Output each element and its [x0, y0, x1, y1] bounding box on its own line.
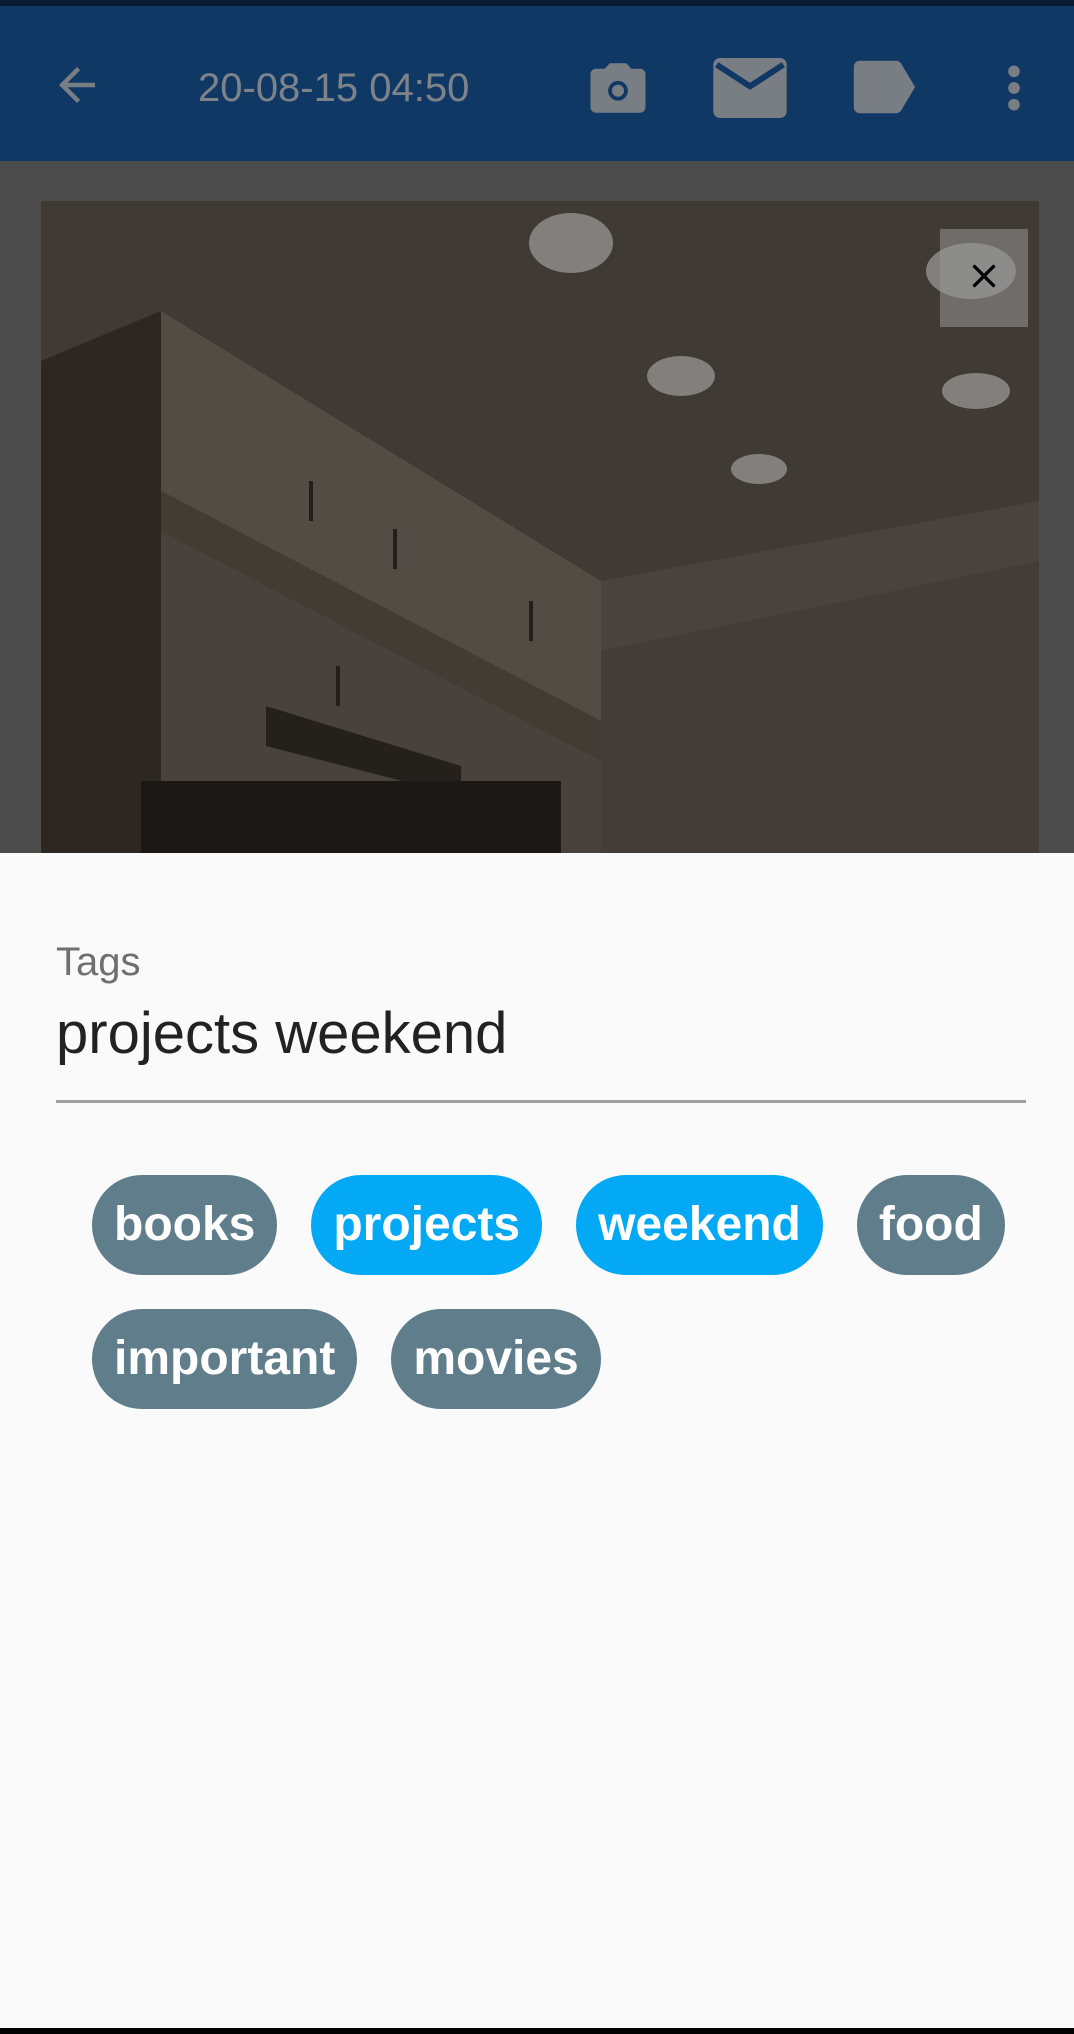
bottom-edge [0, 2028, 1074, 2034]
camera-icon[interactable] [582, 52, 654, 124]
tag-chip-books[interactable]: books [92, 1175, 278, 1275]
tag-chip-projects[interactable]: projects [311, 1175, 543, 1275]
label-icon[interactable] [846, 52, 920, 122]
app-bar-title: 20-08-15 04:50 [198, 66, 470, 110]
close-image-button[interactable] [940, 229, 1028, 327]
back-arrow-icon[interactable] [44, 52, 110, 118]
tag-chip-important[interactable]: important [92, 1309, 358, 1409]
tags-input-underline [56, 1100, 1026, 1103]
tag-chips: books projects weekend food important mo… [92, 1175, 1012, 1409]
mail-icon[interactable] [708, 50, 792, 126]
tags-label: Tags [56, 940, 141, 984]
more-vert-icon[interactable] [998, 52, 1030, 124]
app-bar: 20-08-15 04:50 [0, 6, 1074, 161]
tag-chip-weekend[interactable]: weekend [576, 1175, 823, 1275]
tags-input[interactable]: projects weekend [56, 996, 1024, 1072]
close-icon [964, 256, 1004, 301]
attached-photo[interactable] [41, 201, 1039, 853]
tags-bottom-sheet: Tags projects weekend books projects wee… [0, 853, 1074, 2028]
tag-chip-food[interactable]: food [856, 1175, 1005, 1275]
tag-chip-movies[interactable]: movies [391, 1309, 601, 1409]
